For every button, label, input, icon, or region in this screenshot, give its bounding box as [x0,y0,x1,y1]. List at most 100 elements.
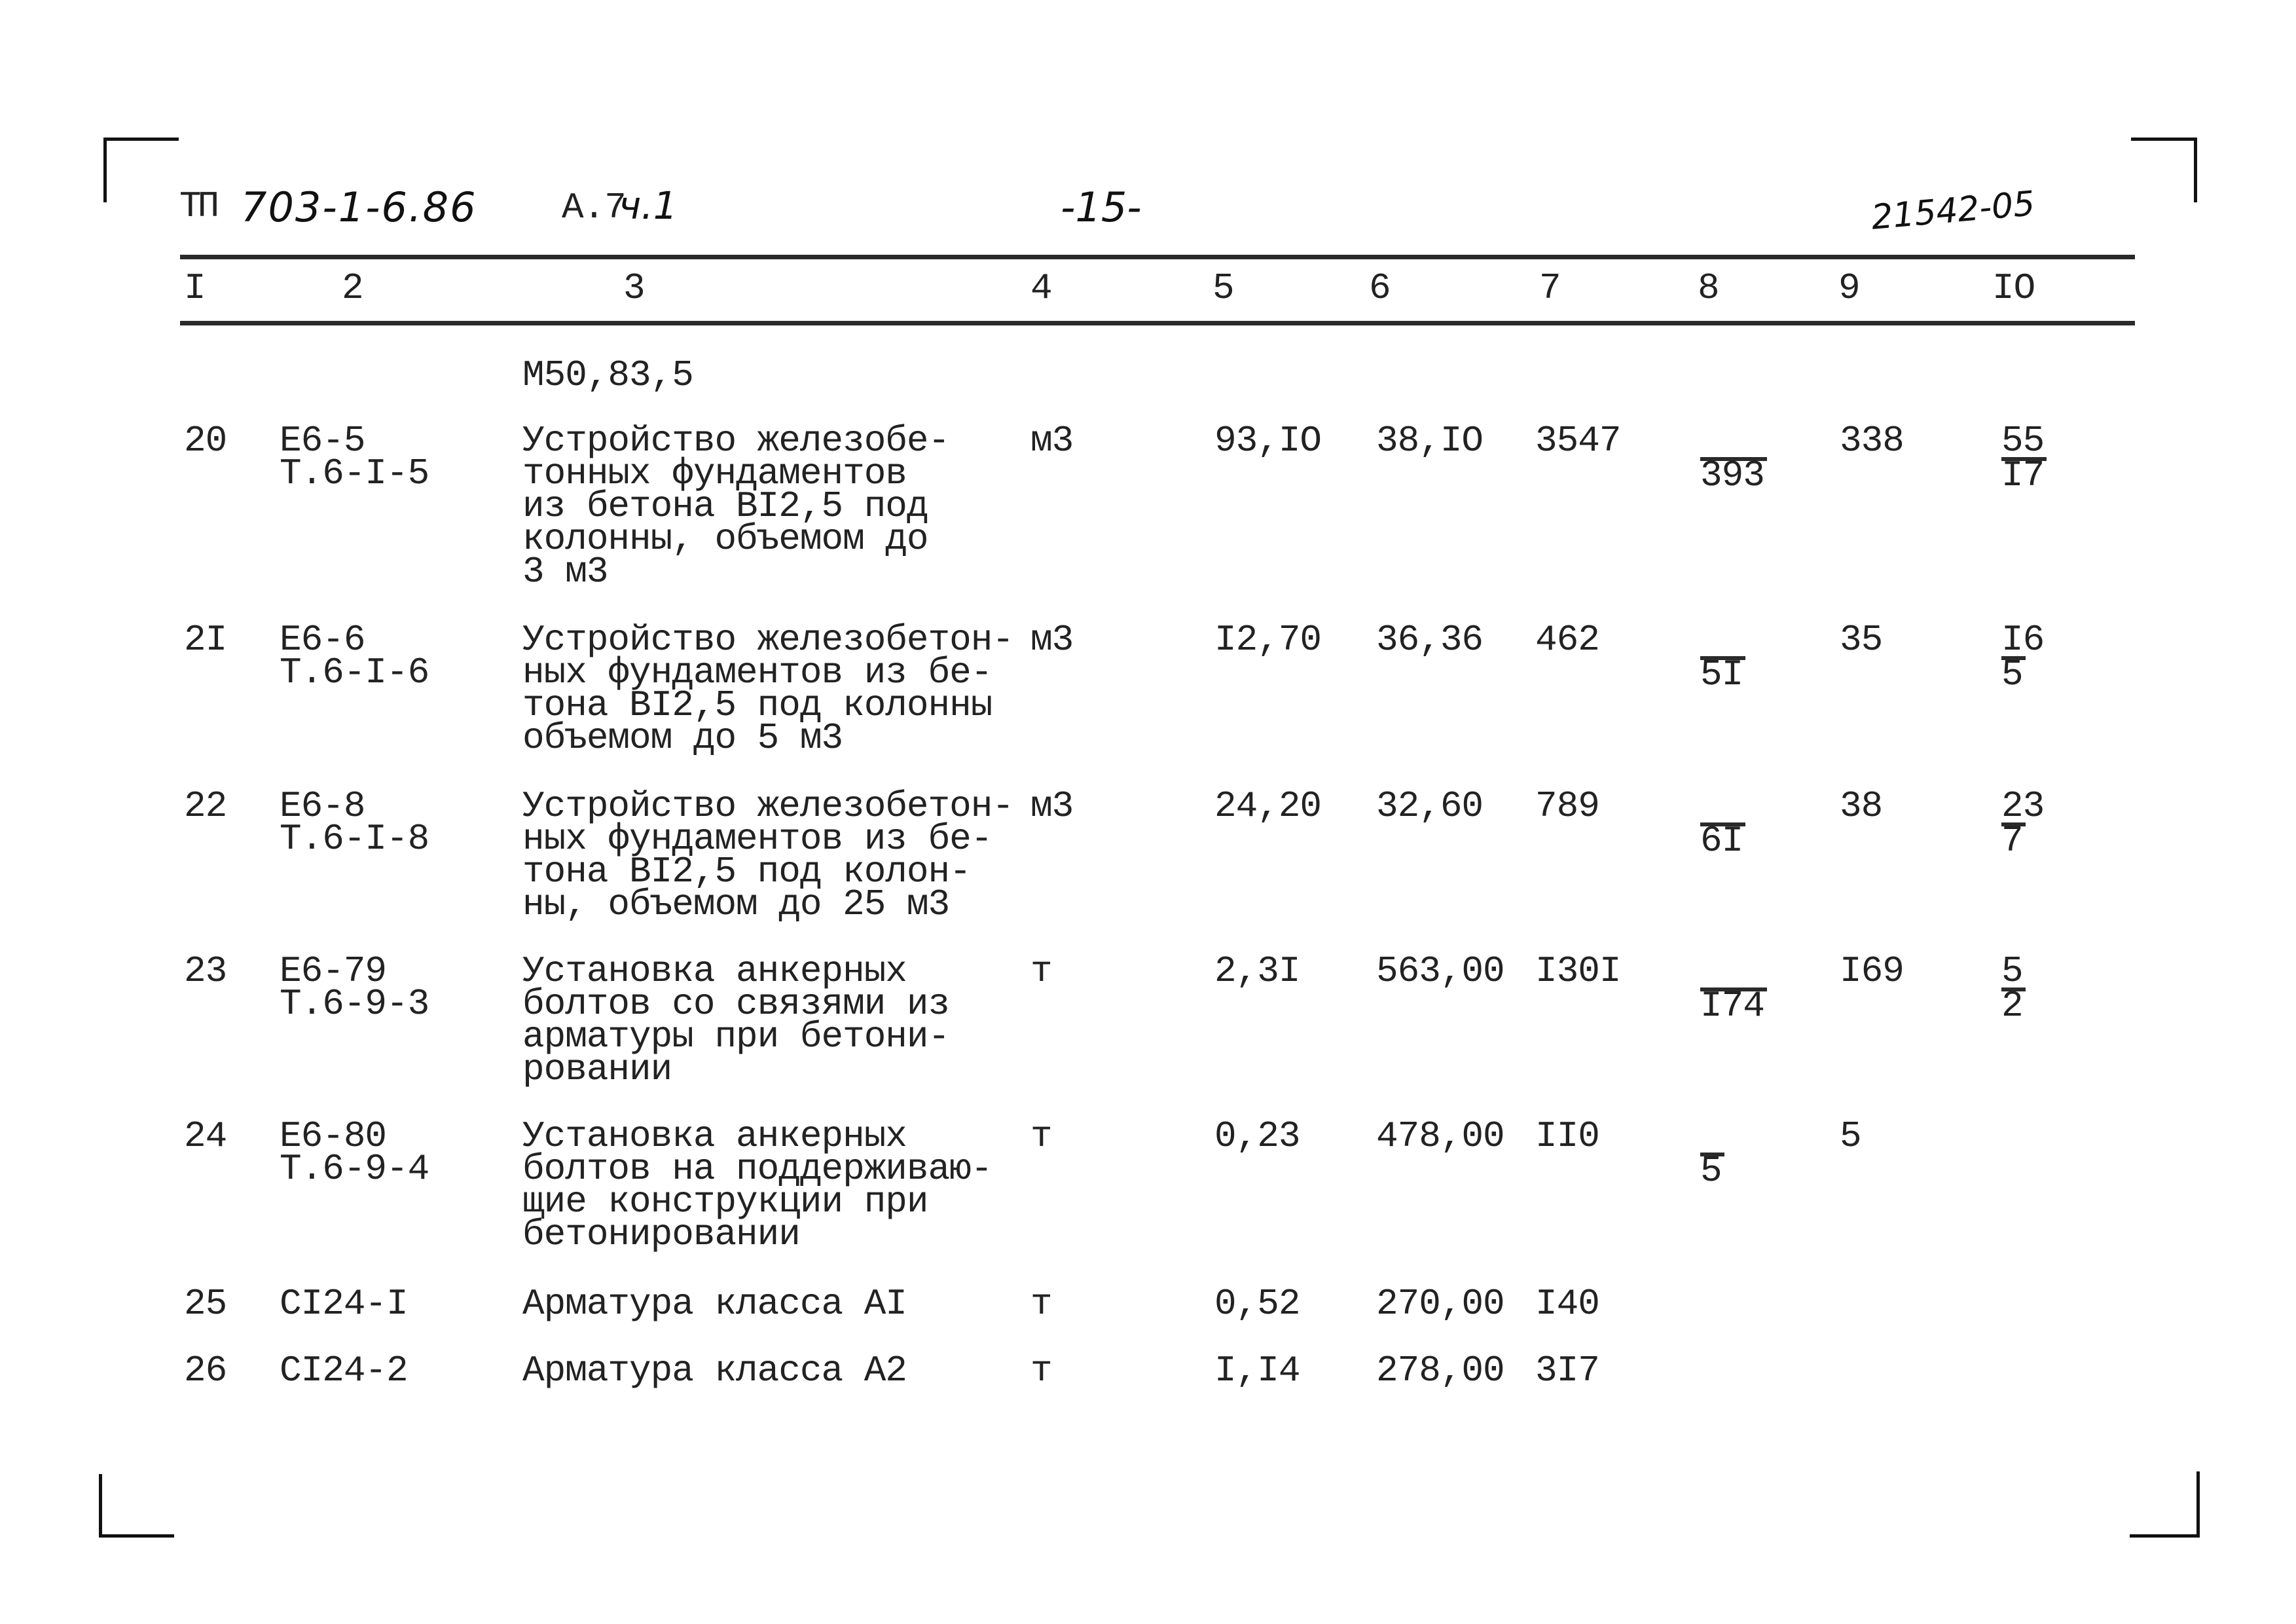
album-label: А.7 [562,187,627,229]
fraction-denominator: 5 [1700,1153,1724,1189]
column-number-1: I [184,267,206,309]
norm-code: Т.6-I-5 [280,452,429,494]
unit: т [1030,1350,1053,1392]
document-page: ТП 703-1-6.86 А.7 ч.1 -15- 21542-05 I234… [0,0,2296,1624]
quantity: I2,70 [1214,619,1322,661]
column-9-value: 35 [1840,619,1883,661]
norm-code: Т.6-9-4 [280,1148,429,1190]
row-number: 2I [184,619,227,661]
unit: м3 [1030,420,1074,462]
row-number: 20 [184,420,227,462]
quantity: 0,52 [1214,1283,1300,1325]
column-number-3: 3 [623,267,646,309]
unit-price: 38,IO [1376,420,1484,462]
unit: м3 [1030,619,1074,661]
quantity: 0,23 [1214,1115,1300,1157]
norm-code: Т.6-9-3 [280,983,429,1025]
unit: т [1030,1115,1053,1157]
column-number-10: IO [1992,267,2035,309]
corner-mark-bottom-left [99,1474,174,1538]
total-cost: I30I [1535,950,1621,992]
fraction-numerator: I6 [2001,619,2045,661]
inventory-number: 21542-05 [1869,184,2037,238]
row-number: 25 [184,1283,227,1325]
column-9-value: 38 [1840,785,1883,827]
fraction-denominator: I74 [1700,987,1767,1024]
fraction-numerator: 55 [2001,420,2045,462]
column-number-6: 6 [1369,267,1391,309]
fraction-denominator: I7 [2001,457,2047,494]
quantity: 2,3I [1214,950,1300,992]
header-rule-bottom [180,321,2135,325]
corner-mark-top-left [103,138,179,202]
norm-code: СI24-2 [280,1350,409,1392]
column-number-5: 5 [1212,267,1235,309]
column-number-4: 4 [1030,267,1053,309]
column-9-value: I69 [1840,950,1904,992]
carry-over-text: М50,83,5 [522,354,694,396]
unit: м3 [1030,785,1074,827]
fraction-denominator: 6I [1700,822,1746,859]
fraction-numerator: 23 [2001,785,2045,827]
row-number: 23 [184,950,227,992]
column-number-9: 9 [1838,267,1861,309]
quantity: 24,20 [1214,785,1322,827]
norm-code: СI24-I [280,1283,409,1325]
quantity: 93,IO [1214,420,1322,462]
norm-code: Т.6-I-8 [280,818,429,860]
column-10-fraction: 23 7 [2001,785,2045,859]
column-number-2: 2 [342,267,364,309]
column-8-fraction: 5I [1700,623,1746,693]
work-description-line: бетонировании [522,1213,801,1255]
doc-prefix: ТП [179,185,219,227]
column-8-fraction: 5 [1700,1120,1724,1189]
total-cost: 3547 [1535,420,1621,462]
column-number-7: 7 [1539,267,1561,309]
total-cost: 789 [1535,785,1600,827]
column-8-fraction: 393 [1700,424,1767,494]
work-description-line: ровании [522,1048,672,1090]
corner-mark-top-right [2131,138,2197,202]
row-number: 26 [184,1350,227,1392]
unit-price: 32,60 [1376,785,1484,827]
column-9-value: 5 [1840,1115,1862,1157]
column-10-fraction: 55 I7 [2001,420,2047,494]
column-9-value: 338 [1840,420,1904,462]
work-description-line: ны, объемом до 25 м3 [522,883,950,925]
norm-code: Т.6-I-6 [280,652,429,693]
unit: т [1030,950,1053,992]
page-number: -15- [1061,183,1142,231]
work-description-line: 3 м3 [522,551,608,593]
fraction-denominator: 7 [2001,822,2026,859]
corner-mark-bottom-right [2130,1471,2200,1538]
unit: т [1030,1283,1053,1325]
doc-number: 703-1-6.86 [241,183,477,231]
fraction-denominator: 5I [1700,656,1746,693]
column-10-fraction: I6 5 [2001,619,2045,693]
fraction-denominator: 393 [1700,457,1767,494]
unit-price: 278,00 [1376,1350,1505,1392]
column-10-fraction: 52 [2001,950,2026,1024]
row-number: 24 [184,1115,227,1157]
column-number-8: 8 [1698,267,1720,309]
fraction-denominator: 2 [2001,987,2026,1024]
total-cost: II0 [1535,1115,1600,1157]
work-description-line: объемом до 5 м3 [522,717,843,759]
header-rule-top [180,255,2135,259]
unit-price: 563,00 [1376,950,1505,992]
unit-price: 36,36 [1376,619,1484,661]
work-description-line: Арматура класса АI [522,1283,907,1325]
work-description-line: Арматура класса А2 [522,1350,907,1392]
quantity: I,I4 [1214,1350,1300,1392]
column-8-fraction: 6I [1700,790,1746,859]
fraction-denominator: 5 [2001,656,2026,693]
total-cost: 3I7 [1535,1350,1600,1392]
total-cost: I40 [1535,1283,1600,1325]
column-8-fraction: I74 [1700,955,1767,1024]
part-label: ч.1 [619,183,678,228]
unit-price: 478,00 [1376,1115,1505,1157]
fraction-numerator: 5 [2001,950,2024,992]
unit-price: 270,00 [1376,1283,1505,1325]
row-number: 22 [184,785,227,827]
total-cost: 462 [1535,619,1600,661]
